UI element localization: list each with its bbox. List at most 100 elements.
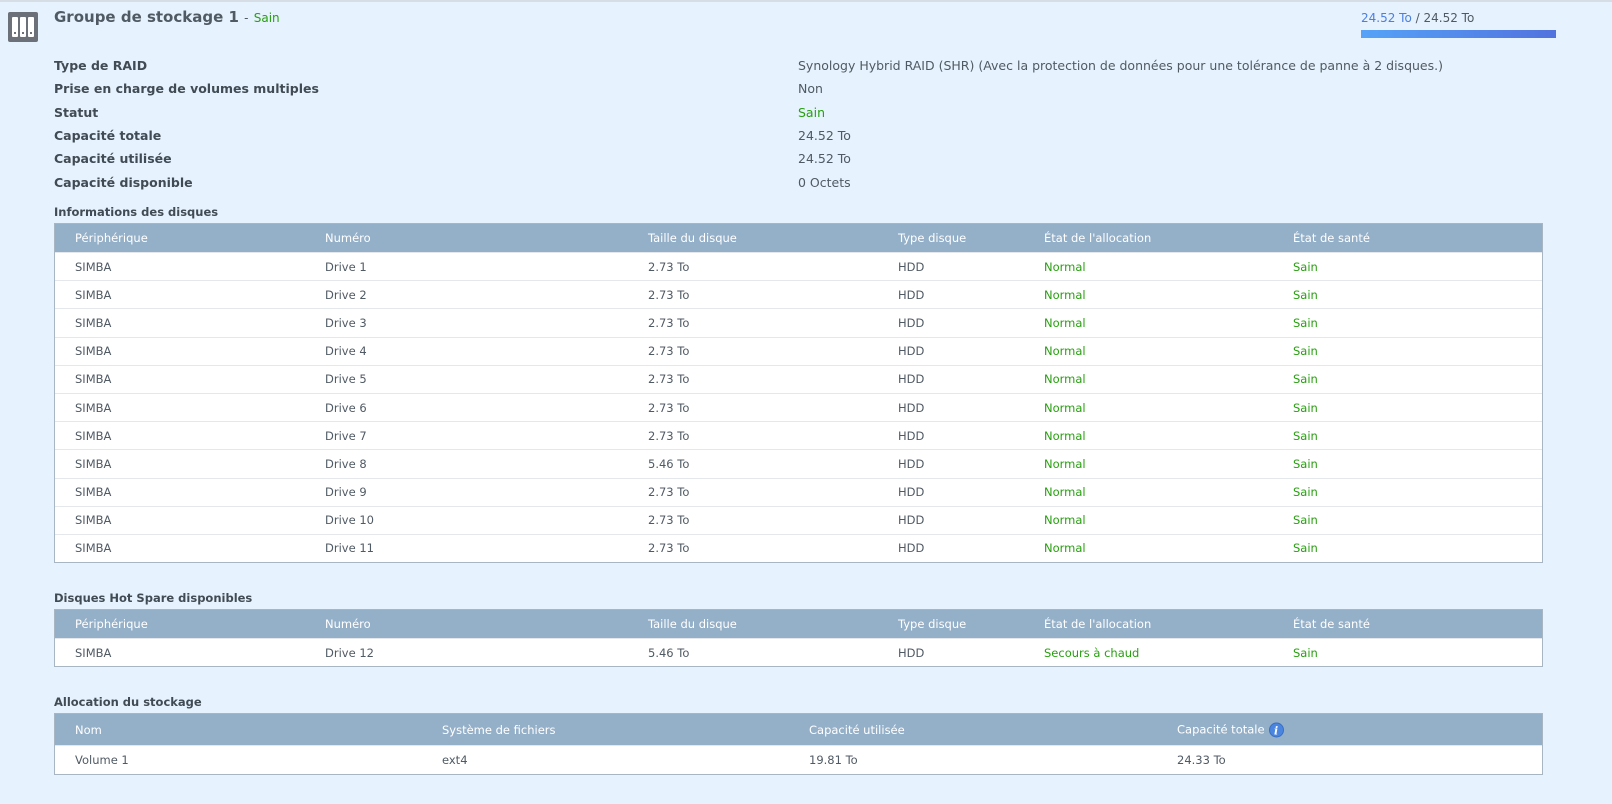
table-cell: Normal: [1044, 485, 1086, 500]
column-label: Nom: [75, 722, 102, 737]
table-cell: Drive 2: [325, 287, 367, 302]
table-cell: Drive 5: [325, 372, 367, 387]
info-value: 24.52 To: [798, 128, 851, 144]
table-row[interactable]: SIMBA Drive 10 2.73 To HDD Normal Sain: [55, 505, 1542, 534]
column-label: Numéro: [325, 231, 371, 245]
table-cell: Sain: [1293, 372, 1318, 387]
table-cell: HDD: [898, 259, 925, 274]
column-header[interactable]: Capacité totale i: [1177, 722, 1284, 737]
column-header[interactable]: Taille du disque: [648, 617, 737, 631]
table-cell: SIMBA: [75, 287, 112, 302]
info-row: Capacité disponible 0 Octets: [54, 170, 1554, 193]
table-row[interactable]: SIMBA Drive 8 5.46 To HDD Normal Sain: [55, 449, 1542, 477]
column-label: Système de fichiers: [442, 722, 556, 737]
table-cell: Normal: [1044, 315, 1086, 330]
column-header[interactable]: État de santé: [1293, 231, 1370, 245]
table-cell: 19.81 To: [809, 753, 858, 767]
table-cell: HDD: [898, 344, 925, 359]
table-row[interactable]: SIMBA Drive 6 2.73 To HDD Normal Sain: [55, 392, 1542, 421]
column-label: Taille du disque: [648, 231, 737, 245]
column-header[interactable]: Système de fichiers: [442, 723, 556, 737]
column-header[interactable]: État de santé: [1293, 617, 1370, 631]
column-header[interactable]: Périphérique: [75, 617, 148, 631]
table-cell: Sain: [1293, 259, 1318, 274]
info-value: 24.52 To: [798, 151, 851, 167]
disks-table: Périphérique Numéro Taille du disque Type d…: [54, 223, 1543, 564]
column-label: État de santé: [1293, 231, 1370, 245]
table-row[interactable]: SIMBA Drive 7 2.73 To HDD Normal Sain: [55, 421, 1542, 449]
column-label: Périphérique: [75, 617, 148, 631]
table-cell: Drive 1: [325, 259, 367, 274]
table-cell: HDD: [898, 485, 925, 500]
table-cell: Drive 6: [325, 400, 367, 415]
info-value: Non: [798, 81, 823, 97]
info-row: Prise en charge de volumes multiples Non: [54, 77, 1554, 100]
hotspare-section-title: Disques Hot Spare disponibles: [54, 591, 253, 605]
column-label: Numéro: [325, 617, 371, 631]
hotspare-table: Périphérique Numéro Taille du disque Type d…: [54, 609, 1543, 667]
used-capacity: 24.52 To: [1361, 11, 1412, 25]
table-row[interactable]: SIMBA Drive 1 2.73 To HDD Normal Sain: [55, 252, 1542, 280]
table-cell: Sain: [1293, 287, 1318, 302]
column-header[interactable]: Type disque: [898, 231, 966, 245]
table-cell: Normal: [1044, 372, 1086, 387]
table-header: Périphérique Numéro Taille du disque Type d…: [55, 224, 1542, 252]
column-header[interactable]: Numéro: [325, 231, 371, 245]
column-header[interactable]: Nom: [75, 723, 102, 737]
table-row[interactable]: SIMBA Drive 2 2.73 To HDD Normal Sain: [55, 280, 1542, 308]
column-label: Capacité utilisée: [809, 722, 905, 737]
table-cell: Normal: [1044, 400, 1086, 415]
info-list: Type de RAID Synology Hybrid RAID (SHR) (…: [54, 54, 1554, 194]
table-cell: HDD: [898, 541, 925, 556]
table-cell: Drive 12: [325, 645, 374, 660]
table-cell: Drive 7: [325, 428, 367, 443]
column-header[interactable]: État de l'allocation: [1044, 617, 1151, 631]
column-header[interactable]: Type disque: [898, 617, 966, 631]
column-label: État de l'allocation: [1044, 231, 1152, 245]
table-row[interactable]: SIMBA Drive 9 2.73 To HDD Normal Sain: [55, 477, 1542, 506]
table-row[interactable]: SIMBA Drive 3 2.73 To HDD Normal Sain: [55, 308, 1542, 336]
table-cell: HDD: [898, 287, 925, 302]
info-value: 0 Octets: [798, 174, 851, 190]
table-cell: SIMBA: [75, 513, 112, 528]
usage-bar: [1361, 30, 1556, 38]
table-cell: Sain: [1293, 315, 1318, 330]
table-cell: SIMBA: [75, 428, 112, 443]
table-row[interactable]: SIMBA Drive 5 2.73 To HDD Normal Sain: [55, 364, 1542, 393]
separator: -: [244, 11, 249, 25]
table-row[interactable]: SIMBA Drive 4 2.73 To HDD Normal Sain: [55, 336, 1542, 365]
info-row: Capacité utilisée 24.52 To: [54, 147, 1554, 170]
column-label: État de santé: [1293, 617, 1370, 631]
table-row[interactable]: SIMBA Drive 12 5.46 To HDD Secours à chaud Sa…: [55, 638, 1542, 666]
table-row[interactable]: SIMBA Drive 11 2.73 To HDD Normal Sain: [55, 533, 1542, 562]
table-cell: Drive 11: [325, 541, 374, 556]
info-icon[interactable]: i: [1268, 722, 1284, 737]
column-header[interactable]: Taille du disque: [648, 231, 737, 245]
table-cell: Drive 4: [325, 344, 367, 359]
column-header[interactable]: Capacité utilisée: [809, 723, 905, 737]
table-cell: Normal: [1044, 428, 1086, 443]
table-cell: 2.73 To: [648, 315, 690, 330]
column-label: État de l'allocation: [1044, 617, 1152, 631]
info-label: Capacité disponible: [54, 174, 193, 190]
table-cell: 2.73 To: [648, 259, 690, 274]
allocation-table: Nom Système de fichiers Capacité utilisée C…: [54, 713, 1543, 775]
table-cell: SIMBA: [75, 541, 112, 556]
table-cell: SIMBA: [75, 259, 112, 274]
table-row[interactable]: Volume 1 ext4 19.81 To 24.33 To: [55, 745, 1542, 774]
column-header[interactable]: Périphérique: [75, 231, 148, 245]
total-capacity: 24.52 To: [1423, 11, 1475, 25]
allocation-section-title: Allocation du stockage: [54, 695, 202, 709]
table-cell: Sain: [1293, 485, 1318, 500]
table-cell: SIMBA: [75, 315, 112, 330]
column-header[interactable]: Numéro: [325, 617, 371, 631]
table-cell: Drive 8: [325, 456, 367, 471]
info-label: Capacité totale: [54, 128, 162, 144]
pool-name: Groupe de stockage 1: [54, 8, 239, 26]
info-label: Prise en charge de volumes multiples: [54, 81, 319, 97]
table-cell: Normal: [1044, 259, 1086, 274]
table-cell: 5.46 To: [648, 645, 690, 660]
table-cell: 2.73 To: [648, 344, 690, 359]
table-cell: SIMBA: [75, 400, 112, 415]
column-header[interactable]: État de l'allocation: [1044, 231, 1151, 245]
